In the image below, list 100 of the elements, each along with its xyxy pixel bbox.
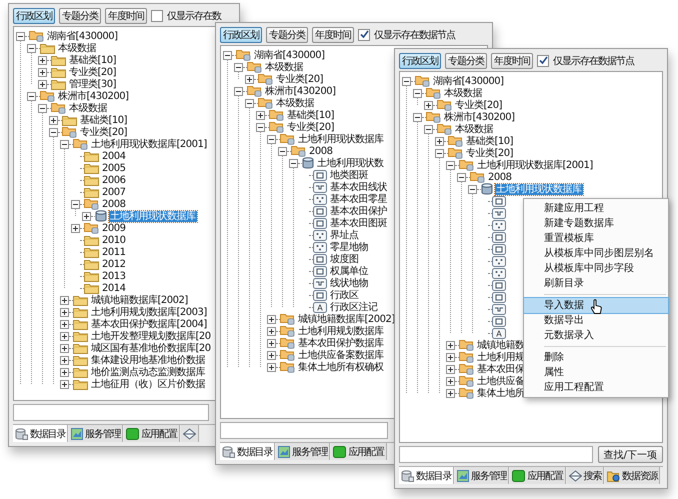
tree-item[interactable]: 土地利用现状数据库[2001]: [90, 138, 208, 150]
tree-item[interactable]: 城区国有基准地价数据库[20: [90, 342, 212, 354]
menu-item[interactable]: 元数据录入: [524, 328, 668, 343]
tree-item[interactable]: 专业类[20]: [286, 122, 336, 132]
expand-toggle[interactable]: [267, 338, 276, 348]
expand-toggle[interactable]: [60, 344, 69, 352]
expand-toggle[interactable]: [71, 224, 80, 232]
tree-item[interactable]: 权属单位: [329, 266, 369, 276]
collapse-toggle[interactable]: [402, 76, 411, 86]
tree-item[interactable]: 土地利用现状数据库: [109, 210, 196, 222]
tree-item[interactable]: 坡度图: [329, 254, 360, 264]
tree-item[interactable]: 土地供应备案数据库: [297, 350, 384, 360]
collapse-toggle[interactable]: [60, 140, 69, 148]
filter-button[interactable]: 年度时间: [312, 26, 354, 42]
find-next-button[interactable]: 查找/下一项: [598, 446, 663, 463]
tree-item[interactable]: 界址点: [329, 230, 360, 240]
tree-item[interactable]: 城镇地籍数据库[2002]: [90, 294, 189, 306]
tree-item[interactable]: 专业类[20]: [275, 74, 324, 84]
tree-item[interactable]: 湖南省[430000]: [253, 50, 326, 60]
tree-item[interactable]: 基础类[10]: [68, 54, 118, 66]
collapse-toggle[interactable]: [234, 62, 243, 72]
tree-item[interactable]: 基础类[10]: [79, 114, 128, 126]
expand-toggle[interactable]: [267, 326, 276, 336]
expand-toggle[interactable]: [60, 296, 69, 304]
expand-toggle[interactable]: [49, 116, 58, 124]
tree-item[interactable]: 管理类[30]: [68, 78, 118, 90]
collapse-toggle[interactable]: [446, 160, 455, 170]
tree-item[interactable]: 本级数据: [68, 102, 108, 114]
menu-item[interactable]: 从模板库中同步字段: [524, 261, 668, 276]
tree-item[interactable]: 2008: [487, 172, 512, 182]
tab[interactable]: 服务管理: [276, 443, 330, 460]
expand-toggle[interactable]: [446, 340, 455, 350]
filter-button[interactable]: 专题分类: [445, 52, 487, 68]
checkbox[interactable]: [358, 28, 370, 40]
tree-item[interactable]: 土地利用现状数据库[2001]: [476, 160, 594, 170]
tree-item[interactable]: 基本农田线状: [329, 182, 388, 192]
tree-item[interactable]: 土地供应备: [476, 376, 526, 386]
menu-item[interactable]: 从模板库中同步图层别名: [524, 246, 668, 261]
tree-item[interactable]: 2013: [101, 270, 126, 282]
tree-item[interactable]: 土地利用现状数据库: [495, 184, 582, 194]
tab[interactable]: 数据资源: [605, 467, 660, 484]
tree-item[interactable]: 基础类[10]: [465, 136, 514, 146]
expand-toggle[interactable]: [60, 356, 69, 364]
tree-item[interactable]: 线状地物: [329, 278, 369, 288]
expand-toggle[interactable]: [424, 100, 433, 110]
tab[interactable]: 服务管理: [69, 425, 124, 442]
tree-item[interactable]: 零星地物: [329, 242, 369, 252]
collapse-toggle[interactable]: [27, 92, 36, 100]
tree-item[interactable]: 湖南省[430000]: [432, 76, 504, 86]
tree-item[interactable]: 株洲市[430200]: [264, 86, 336, 96]
tab[interactable]: 应用配置: [510, 467, 566, 484]
tree-item[interactable]: 专业类[20]: [79, 126, 128, 138]
collapse-toggle[interactable]: [413, 112, 422, 122]
collapse-toggle[interactable]: [424, 124, 433, 134]
tab[interactable]: 数据目录: [399, 467, 454, 484]
checkbox[interactable]: [151, 10, 163, 22]
tree-item[interactable]: 2008: [101, 198, 126, 210]
menu-item[interactable]: 数据导出: [524, 313, 668, 328]
collapse-toggle[interactable]: [457, 172, 466, 182]
tree-item[interactable]: 2011: [101, 246, 126, 258]
tree-item[interactable]: 地价监测点动态监测数据库: [90, 366, 206, 378]
tab[interactable]: 数据目录: [13, 425, 68, 442]
tree-item[interactable]: 行政区注记: [329, 302, 378, 312]
tree-item[interactable]: 本级数据: [454, 124, 494, 134]
menu-item[interactable]: 属性: [524, 365, 668, 380]
expand-toggle[interactable]: [60, 368, 69, 376]
expand-toggle[interactable]: [60, 332, 69, 340]
tab[interactable]: 搜索: [566, 467, 604, 484]
tree-item[interactable]: 土地征用（收）区片价数据: [90, 378, 206, 390]
menu-item[interactable]: 删除: [524, 350, 668, 365]
tree-item[interactable]: 土地利用规划数据库: [297, 326, 384, 336]
tree-item[interactable]: 2006: [101, 174, 126, 186]
expand-toggle[interactable]: [446, 364, 455, 374]
expand-toggle[interactable]: [446, 352, 455, 362]
expand-toggle[interactable]: [60, 308, 69, 316]
tree-item[interactable]: 地类图斑: [329, 170, 369, 180]
tree-item[interactable]: 本级数据: [443, 88, 483, 98]
tab[interactable]: 数据目录: [220, 443, 276, 460]
tree-item[interactable]: 基本农田保护数据库[2004]: [90, 318, 208, 330]
tree-item[interactable]: 专业类[20]: [454, 100, 504, 110]
expand-toggle[interactable]: [38, 56, 47, 64]
expand-toggle[interactable]: [60, 380, 69, 388]
tree-item[interactable]: 基本农田零星: [329, 194, 388, 204]
collapse-toggle[interactable]: [27, 44, 36, 52]
expand-toggle[interactable]: [256, 110, 265, 120]
menu-item[interactable]: 新建专题数据库: [524, 216, 668, 231]
expand-toggle[interactable]: [60, 320, 69, 328]
tab[interactable]: [180, 425, 199, 442]
filter-button[interactable]: 行政区划: [13, 8, 55, 24]
tree-item[interactable]: 株洲市[430200]: [443, 112, 516, 122]
filter-button[interactable]: 专题分类: [266, 26, 308, 42]
tree-item[interactable]: 专业类[20]: [465, 148, 514, 158]
tree-item[interactable]: 2012: [101, 258, 126, 270]
collapse-toggle[interactable]: [267, 134, 276, 144]
tree-item[interactable]: 本级数据: [275, 98, 315, 108]
expand-toggle[interactable]: [446, 376, 455, 386]
tree-item[interactable]: 专业类[20]: [68, 66, 118, 78]
filter-button[interactable]: 行政区划: [220, 26, 262, 42]
tree-item[interactable]: 2005: [101, 162, 126, 174]
expand-toggle[interactable]: [267, 314, 276, 324]
